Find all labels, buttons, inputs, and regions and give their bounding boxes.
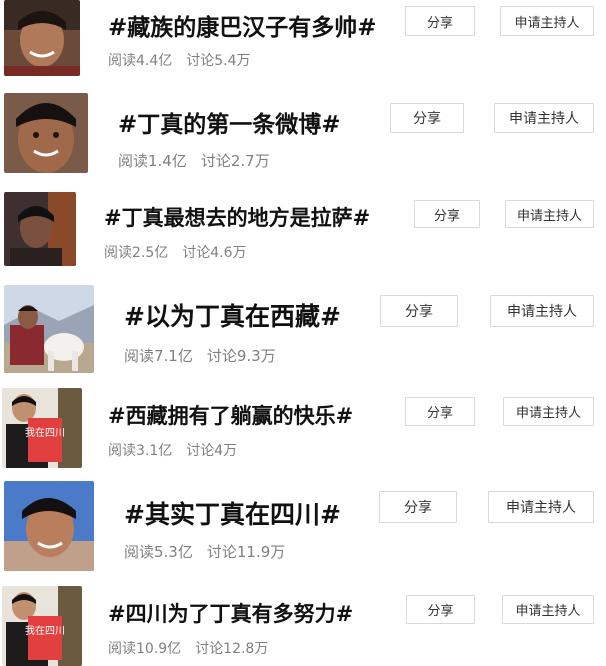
portrait-smiling-icon[interactable] bbox=[4, 0, 80, 76]
topic-title[interactable]: #丁真的第一条微博# bbox=[118, 105, 341, 139]
apply-host-button[interactable]: 申请主持人 bbox=[505, 200, 594, 228]
sign-text: 我在四川 bbox=[25, 427, 65, 439]
sign-holder-icon[interactable]: 我在四川 bbox=[2, 586, 82, 666]
topic-stats: 阅读5.3亿 讨论11.9万 bbox=[124, 541, 299, 562]
read-count: 阅读1.4亿 bbox=[118, 152, 187, 170]
apply-host-button[interactable]: 申请主持人 bbox=[503, 397, 594, 426]
share-button[interactable]: 分享 bbox=[414, 200, 480, 228]
topic-row: 我在四川 #四川为了丁真有多努力# 阅读10.9亿 讨论12.8万 分享 申请主持… bbox=[0, 586, 606, 666]
portrait-dark-icon[interactable] bbox=[4, 192, 76, 266]
discuss-count: 讨论5.4万 bbox=[186, 53, 251, 69]
discuss-count: 讨论4.6万 bbox=[182, 245, 247, 261]
topic-stats: 阅读10.9亿 讨论12.8万 bbox=[108, 638, 282, 658]
topic-title[interactable]: #以为丁真在西藏# bbox=[124, 297, 341, 333]
discuss-count: 讨论4万 bbox=[186, 443, 238, 459]
apply-host-button[interactable]: 申请主持人 bbox=[494, 103, 594, 133]
topic-row: #以为丁真在西藏# 阅读7.1亿 讨论9.3万 分享 申请主持人 bbox=[0, 285, 606, 375]
apply-host-button[interactable]: 申请主持人 bbox=[490, 295, 594, 327]
read-count: 阅读5.3亿 bbox=[124, 543, 193, 561]
discuss-count: 讨论11.9万 bbox=[206, 543, 286, 561]
topic-title[interactable]: #丁真最想去的地方是拉萨# bbox=[104, 202, 370, 232]
topic-stats: 阅读3.1亿 讨论4万 bbox=[108, 440, 251, 460]
topic-row: #藏族的康巴汉子有多帅# 阅读4.4亿 讨论5.4万 分享 申请主持人 bbox=[0, 0, 606, 80]
apply-host-button[interactable]: 申请主持人 bbox=[502, 595, 594, 624]
apply-host-button[interactable]: 申请主持人 bbox=[500, 6, 594, 36]
read-count: 阅读10.9亿 bbox=[108, 641, 182, 657]
read-count: 阅读2.5亿 bbox=[104, 245, 169, 261]
read-count: 阅读3.1亿 bbox=[108, 443, 173, 459]
read-count: 阅读7.1亿 bbox=[124, 347, 193, 365]
topic-row: #其实丁真在四川# 阅读5.3亿 讨论11.9万 分享 申请主持人 bbox=[0, 481, 606, 571]
share-button[interactable]: 分享 bbox=[405, 397, 475, 426]
topic-stats: 阅读4.4亿 讨论5.4万 bbox=[108, 50, 265, 70]
topic-title[interactable]: #四川为了丁真有多努力# bbox=[108, 598, 353, 628]
horse-rider-icon[interactable] bbox=[4, 285, 94, 373]
portrait-sky-icon[interactable] bbox=[4, 481, 94, 571]
topic-title[interactable]: #其实丁真在四川# bbox=[124, 495, 341, 531]
topic-title[interactable]: #藏族的康巴汉子有多帅# bbox=[108, 8, 377, 42]
share-button[interactable]: 分享 bbox=[406, 595, 475, 624]
sign-text: 我在四川 bbox=[25, 625, 65, 637]
discuss-count: 讨论2.7万 bbox=[200, 152, 270, 170]
topic-title[interactable]: #西藏拥有了躺赢的快乐# bbox=[108, 400, 353, 430]
topic-stats: 阅读1.4亿 讨论2.7万 bbox=[118, 150, 284, 171]
share-button[interactable]: 分享 bbox=[405, 6, 475, 36]
topic-row: #丁真最想去的地方是拉萨# 阅读2.5亿 讨论4.6万 分享 申请主持人 bbox=[0, 192, 606, 268]
topic-stats: 阅读2.5亿 讨论4.6万 bbox=[104, 242, 261, 262]
read-count: 阅读4.4亿 bbox=[108, 53, 173, 69]
share-button[interactable]: 分享 bbox=[390, 103, 464, 133]
discuss-count: 讨论12.8万 bbox=[195, 641, 269, 657]
discuss-count: 讨论9.3万 bbox=[206, 347, 276, 365]
topic-stats: 阅读7.1亿 讨论9.3万 bbox=[124, 345, 290, 366]
topic-row: #丁真的第一条微博# 阅读1.4亿 讨论2.7万 分享 申请主持人 bbox=[0, 93, 606, 173]
topic-row: 我在四川 #西藏拥有了躺赢的快乐# 阅读3.1亿 讨论4万 分享 申请主持人 bbox=[0, 388, 606, 468]
share-button[interactable]: 分享 bbox=[379, 491, 457, 523]
sign-holder-icon[interactable]: 我在四川 bbox=[2, 388, 82, 468]
portrait-closeup-icon[interactable] bbox=[4, 93, 88, 173]
share-button[interactable]: 分享 bbox=[380, 295, 458, 327]
apply-host-button[interactable]: 申请主持人 bbox=[488, 491, 594, 523]
